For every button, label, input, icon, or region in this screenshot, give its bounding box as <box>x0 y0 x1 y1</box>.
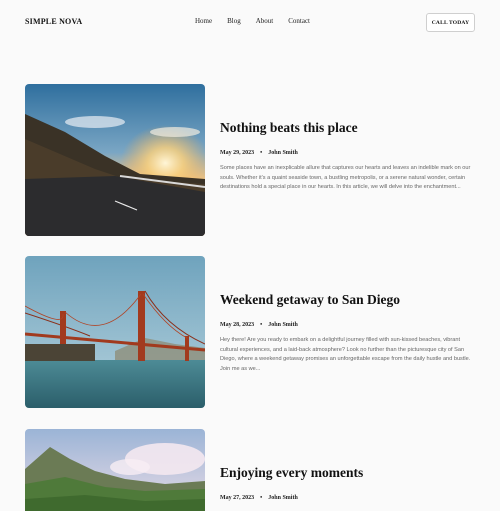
blog-post-card: Enjoying every moments May 27, 2023 • Jo… <box>25 429 475 511</box>
nav-home-link[interactable]: Home <box>195 17 212 25</box>
site-header: SIMPLE NOVA Home Blog About Contact CALL… <box>0 0 500 46</box>
nav-about-link[interactable]: About <box>256 17 274 25</box>
main-nav: Home Blog About Contact <box>195 17 310 25</box>
post-excerpt: Hey there! Are you ready to embark on a … <box>220 337 471 372</box>
separator-dot-icon: • <box>260 495 263 502</box>
nav-contact-link[interactable]: Contact <box>288 17 310 25</box>
post-thumbnail[interactable] <box>25 256 205 408</box>
blog-post-card: Nothing beats this place May 29, 2023 • … <box>25 84 475 236</box>
separator-dot-icon: • <box>260 322 263 329</box>
post-author: John Smith <box>268 322 298 329</box>
brand-logo[interactable]: SIMPLE NOVA <box>25 17 82 26</box>
post-title[interactable]: Enjoying every moments <box>220 465 475 481</box>
post-thumbnail[interactable] <box>25 84 205 236</box>
call-today-button[interactable]: CALL TODAY <box>426 13 475 32</box>
separator-dot-icon: • <box>260 150 263 157</box>
post-body: Nothing beats this place May 29, 2023 • … <box>220 120 475 193</box>
blog-post-card: Weekend getaway to San Diego May 28, 202… <box>25 256 475 408</box>
post-meta: May 27, 2023 • John Smith <box>220 495 475 501</box>
post-body: Enjoying every moments May 27, 2023 • Jo… <box>220 465 475 501</box>
nav-blog-link[interactable]: Blog <box>227 17 241 25</box>
post-thumbnail[interactable] <box>25 429 205 511</box>
post-excerpt: Some places have an inexplicable allure … <box>220 165 471 191</box>
post-date: May 27, 2023 <box>220 495 255 502</box>
post-author: John Smith <box>268 495 298 502</box>
post-date: May 28, 2023 <box>220 322 255 329</box>
post-author: John Smith <box>268 150 298 157</box>
post-date: May 29, 2023 <box>220 150 255 157</box>
post-title[interactable]: Weekend getaway to San Diego <box>220 292 475 308</box>
post-meta: May 28, 2023 • John Smith <box>220 322 475 328</box>
post-meta: May 29, 2023 • John Smith <box>220 150 475 156</box>
post-title[interactable]: Nothing beats this place <box>220 120 475 136</box>
post-body: Weekend getaway to San Diego May 28, 202… <box>220 292 475 375</box>
